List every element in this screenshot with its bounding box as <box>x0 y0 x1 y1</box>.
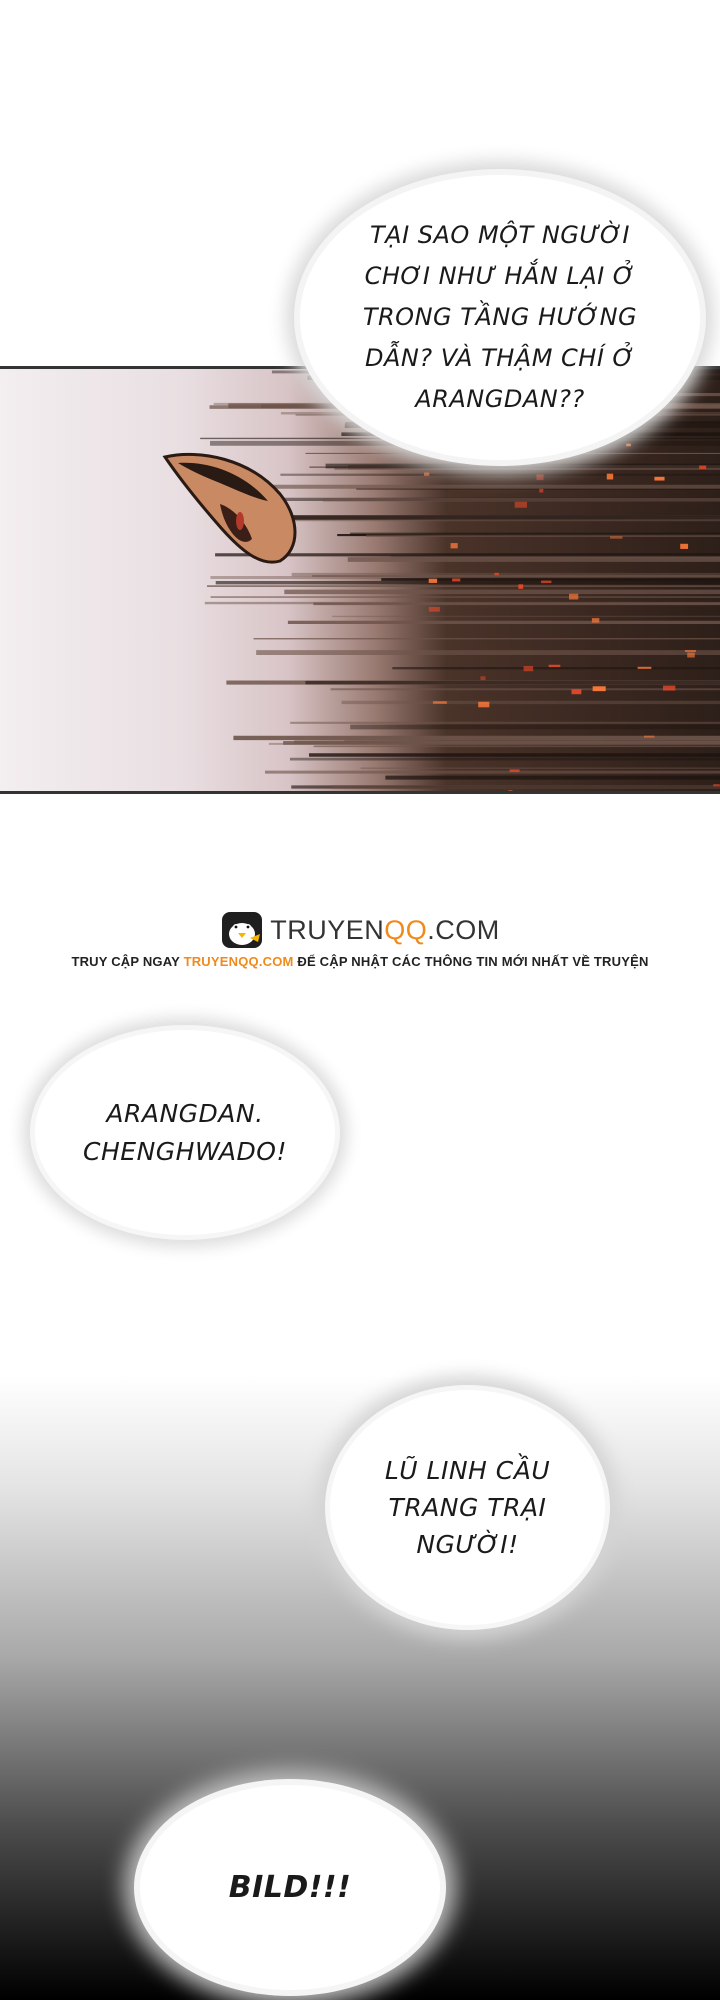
bubble-text-line: TRONG TẦNG HƯỚNG <box>362 303 638 331</box>
bubble-text-line: ARANGDAN. <box>106 1098 264 1128</box>
ember-spark <box>523 665 534 672</box>
ember-spark <box>626 443 631 447</box>
ember-spark <box>480 676 486 681</box>
site-watermark: TRUYENQQ.COM TRUY CẬP NGAY TRUYENQQ.COM … <box>0 910 720 969</box>
bubble-text-line: ARANGDAN?? <box>415 385 585 413</box>
ember-spark <box>428 606 440 612</box>
brand-main: TRUYEN <box>270 914 385 945</box>
ember-spark <box>548 664 561 668</box>
bubble-text-line: CHƠI NHƯ HẮN LẠI Ở <box>364 262 636 290</box>
speech-bubble-hyenas: LŨ LINH CẦU TRANG TRẠI NGƯỜI! <box>330 1390 605 1625</box>
bubble-text-line: DẪN? VÀ THẬM CHÍ Ở <box>365 344 635 372</box>
ember-spark <box>684 649 696 653</box>
eye-illustration <box>162 452 297 564</box>
ember-spark <box>606 473 614 480</box>
ember-spark <box>428 578 438 583</box>
ember-spark <box>508 790 513 791</box>
ember-spark <box>680 543 689 549</box>
ember-spark <box>539 488 544 493</box>
brand-suffix: .COM <box>427 914 500 945</box>
ember-spark <box>541 580 552 584</box>
bubble-text-line: BILD!!! <box>228 1870 352 1905</box>
ember-spark <box>591 618 600 623</box>
ember-spark <box>432 701 447 704</box>
tagline-suffix: ĐỂ CẬP NHẬT CÁC THÔNG TIN MỚI NHẤT VỀ TR… <box>297 954 649 969</box>
watermark-tagline: TRUY CẬP NGAY TRUYENQQ.COM ĐỂ CẬP NHẬT C… <box>0 954 720 969</box>
speech-bubble-bild: BILD!!! <box>140 1785 440 1990</box>
ember-spark <box>509 769 520 772</box>
ember-spark <box>514 501 528 508</box>
bubble-text-line: TRANG TRẠI <box>388 1493 547 1522</box>
ember-spark <box>654 476 665 481</box>
ember-spark <box>424 472 430 476</box>
bubble-text-line: CHENGHWADO! <box>83 1136 287 1166</box>
ember-spark <box>450 543 458 549</box>
ember-spark <box>687 652 695 658</box>
watermark-logo-row: TRUYENQQ.COM <box>0 910 720 950</box>
ember-spark <box>637 666 652 669</box>
ember-spark <box>478 701 490 708</box>
speech-bubble-arangdan: ARANGDAN. CHENGHWADO! <box>35 1030 335 1235</box>
brand-accent: QQ <box>384 914 428 945</box>
ember-spark <box>452 578 461 582</box>
ember-spark <box>610 536 623 539</box>
ember-spark <box>571 689 582 695</box>
ember-spark <box>713 784 720 787</box>
ember-spark <box>643 735 655 738</box>
bubble-text-line: LŨ LINH CẦU <box>384 1456 551 1485</box>
watermark-brand: TRUYENQQ.COM <box>270 915 500 946</box>
ember-spark <box>592 686 606 692</box>
tagline-prefix: TRUY CẬP NGAY <box>71 954 180 969</box>
ember-spark <box>494 572 500 576</box>
ember-spark <box>662 685 676 691</box>
tagline-link[interactable]: TRUYENQQ.COM <box>184 954 294 969</box>
bubble-text-line: TẠI SAO MỘT NGƯỜI <box>369 221 630 249</box>
speech-bubble-question: TẠI SAO MỘT NGƯỜI CHƠI NHƯ HẮN LẠI Ở TRO… <box>300 175 700 460</box>
ember-spark <box>568 593 579 600</box>
ember-spark <box>518 584 524 589</box>
penguin-mascot-icon <box>222 912 263 948</box>
ember-spark <box>536 474 544 481</box>
ember-spark <box>699 465 707 470</box>
bubble-text-line: NGƯỜI! <box>416 1530 519 1559</box>
